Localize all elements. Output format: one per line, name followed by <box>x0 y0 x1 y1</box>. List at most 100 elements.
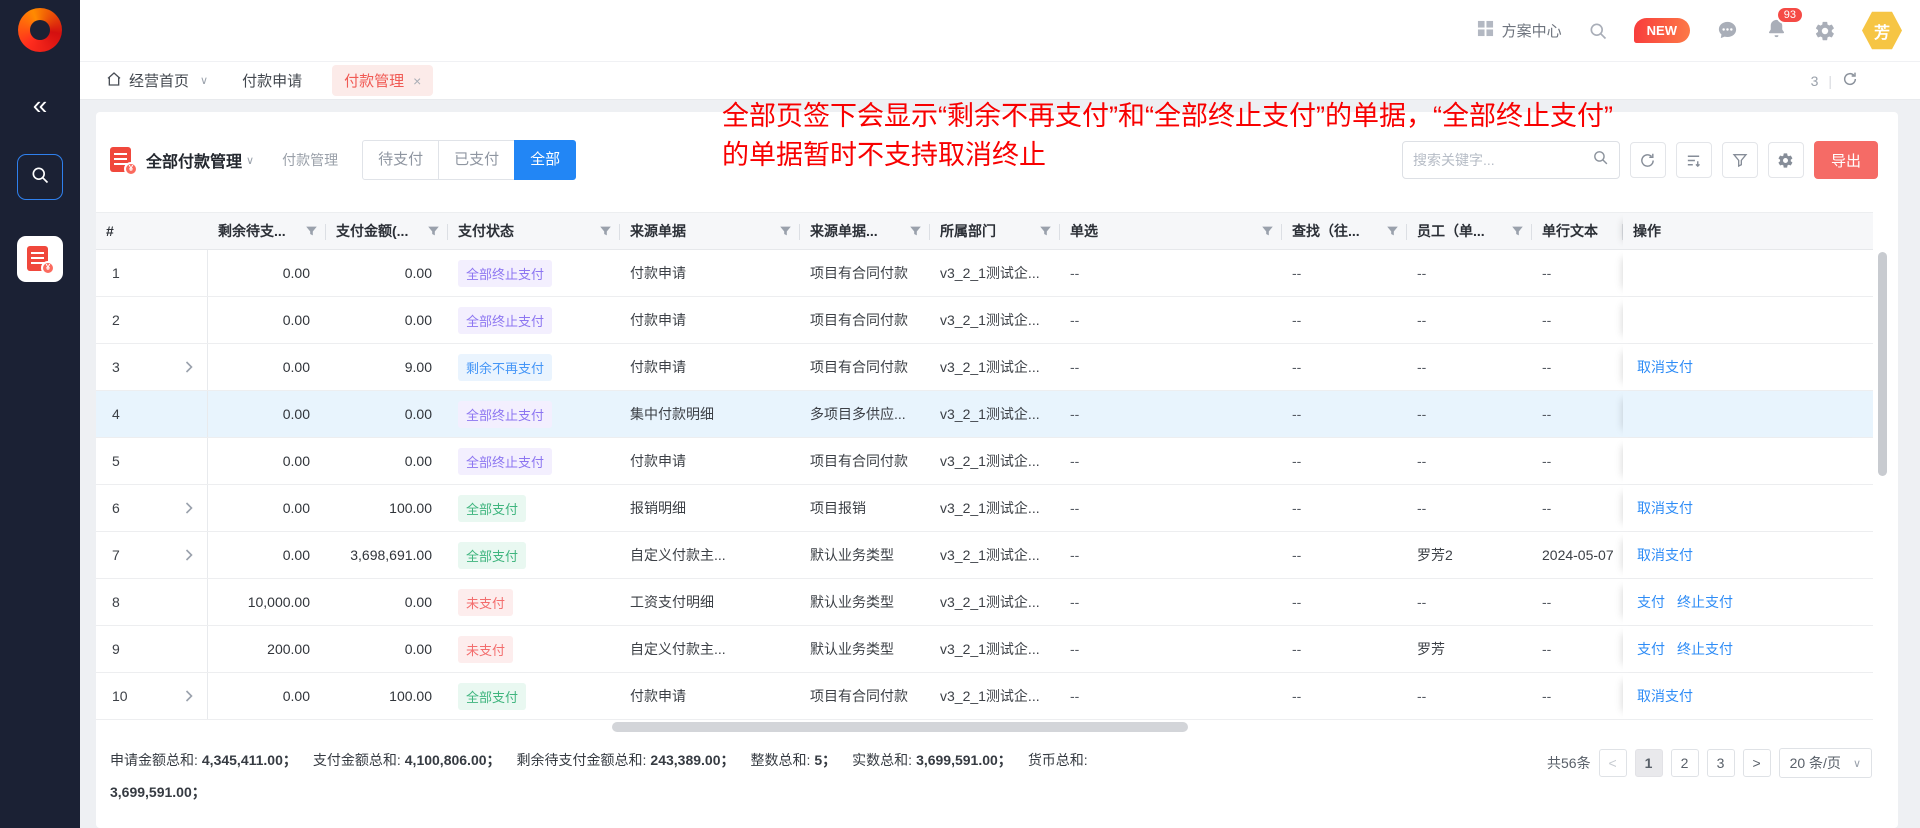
cell-employee: 罗芳2 <box>1407 532 1532 578</box>
row-number: 9 <box>112 641 120 657</box>
cell-actions: 支付终止支付 <box>1623 579 1873 625</box>
summary-totals: 申请金额总和:4,345,411.00；支付金额总和:4,100,806.00；… <box>110 744 1490 808</box>
view-title-dropdown[interactable]: 全部付款管理 <box>146 148 242 172</box>
sidebar-app-payment-icon[interactable]: ¥ <box>17 236 63 282</box>
filter-funnel-button[interactable] <box>1722 142 1758 178</box>
column-settings-gear-button[interactable] <box>1768 142 1804 178</box>
notification-count-badge: 93 <box>1776 6 1804 24</box>
action-link[interactable]: 取消支付 <box>1637 686 1693 706</box>
action-link[interactable]: 取消支付 <box>1637 498 1693 518</box>
table-row[interactable]: 50.000.00全部终止支付付款申请项目有合同付款v3_2_1测试企...--… <box>96 438 1873 485</box>
table-row[interactable]: 60.00100.00全部支付报销明细项目报销v3_2_1测试企...-----… <box>96 485 1873 532</box>
new-badge[interactable]: NEW <box>1634 18 1690 43</box>
cell-status: 全部支付 <box>448 532 620 578</box>
cell-remaining: 10,000.00 <box>208 579 326 625</box>
filter-tab[interactable]: 待支付 <box>362 140 439 180</box>
page-size-select[interactable]: 20 条/页 ∨ <box>1779 748 1872 778</box>
cell-employee: -- <box>1407 391 1532 437</box>
tab-payment-management-active[interactable]: 付款管理 × <box>332 65 433 96</box>
page-number-button[interactable]: 1 <box>1635 749 1663 777</box>
action-link[interactable]: 支付 <box>1637 592 1665 612</box>
user-avatar[interactable]: 芳 <box>1862 11 1902 51</box>
filter-icon[interactable] <box>1386 225 1399 238</box>
action-link[interactable]: 取消支付 <box>1637 357 1693 377</box>
close-icon[interactable]: × <box>413 73 421 89</box>
table-row[interactable]: 9200.000.00未支付自定义付款主...默认业务类型v3_2_1测试企..… <box>96 626 1873 673</box>
search-input[interactable] <box>1413 152 1592 168</box>
sidebar: « ¥ <box>0 0 80 828</box>
sidebar-collapse-icon[interactable]: « <box>33 92 47 118</box>
table-row[interactable]: 30.009.00剩余不再支付付款申请项目有合同付款v3_2_1测试企...--… <box>96 344 1873 391</box>
table-row[interactable]: 100.00100.00全部支付付款申请项目有合同付款v3_2_1测试企...-… <box>96 673 1873 720</box>
breadcrumb-home[interactable]: 经营首页 ∨ <box>106 70 208 91</box>
cell-single_select: -- <box>1060 532 1282 578</box>
payments-table: #剩余待支...支付金额(...支付状态来源单据来源单据...所属部门单选查找（… <box>96 212 1873 720</box>
expand-chevron-icon[interactable] <box>185 690 193 702</box>
vertical-scrollbar[interactable] <box>1878 252 1887 476</box>
column-label: 查找（往... <box>1292 221 1360 241</box>
cell-text: -- <box>1532 344 1623 390</box>
cell-remaining: 0.00 <box>208 250 326 296</box>
page-number-list: 123 <box>1635 749 1735 777</box>
tabs-refresh-icon[interactable] <box>1842 71 1858 90</box>
cell-amount: 0.00 <box>326 579 448 625</box>
cell-status: 全部终止支付 <box>448 297 620 343</box>
table-row[interactable]: 70.003,698,691.00全部支付自定义付款主...默认业务类型v3_2… <box>96 532 1873 579</box>
summary-value: 5； <box>814 752 836 768</box>
scheme-center-button[interactable]: 方案中心 <box>1477 20 1562 41</box>
expand-chevron-icon[interactable] <box>185 549 193 561</box>
message-icon[interactable] <box>1716 19 1739 42</box>
filter-tab[interactable]: 全部 <box>514 140 576 180</box>
table-row[interactable]: 40.000.00全部终止支付集中付款明细多项目多供应...v3_2_1测试企.… <box>96 391 1873 438</box>
settings-gear-icon[interactable] <box>1814 20 1836 42</box>
export-button[interactable]: 导出 <box>1814 141 1878 179</box>
filter-icon[interactable] <box>909 225 922 238</box>
cell-amount: 0.00 <box>326 250 448 296</box>
cell-single_select: -- <box>1060 485 1282 531</box>
prev-page-button[interactable]: < <box>1599 749 1627 777</box>
column-label: 员工（单... <box>1417 221 1485 241</box>
topbar-search-icon[interactable] <box>1588 21 1608 41</box>
search-icon[interactable] <box>1592 149 1609 171</box>
total-count-label: 共56条 <box>1547 753 1591 773</box>
payment-doc-icon: ¥ <box>27 245 53 273</box>
filter-icon[interactable] <box>1511 225 1524 238</box>
action-link[interactable]: 取消支付 <box>1637 545 1693 565</box>
brand-logo <box>18 8 62 52</box>
horizontal-scrollbar[interactable] <box>612 722 1188 732</box>
cell-department: v3_2_1测试企... <box>930 626 1060 672</box>
filter-icon[interactable] <box>779 225 792 238</box>
cell-source_type: 项目有合同付款 <box>800 344 930 390</box>
next-page-button[interactable]: > <box>1743 749 1771 777</box>
action-link[interactable]: 终止支付 <box>1677 639 1733 659</box>
expand-chevron-icon[interactable] <box>185 361 193 373</box>
cell-remaining: 0.00 <box>208 344 326 390</box>
page-number-button[interactable]: 3 <box>1707 749 1735 777</box>
page-number-button[interactable]: 2 <box>1671 749 1699 777</box>
refresh-button[interactable] <box>1630 142 1666 178</box>
cell-text: -- <box>1532 485 1623 531</box>
action-link[interactable]: 终止支付 <box>1677 592 1733 612</box>
expand-chevron-icon[interactable] <box>185 502 193 514</box>
cell-amount: 0.00 <box>326 438 448 484</box>
filter-icon[interactable] <box>599 225 612 238</box>
cell-source_doc: 工资支付明细 <box>620 579 800 625</box>
filter-icon[interactable] <box>1261 225 1274 238</box>
filter-tab[interactable]: 已支付 <box>438 140 515 180</box>
tab-payment-request[interactable]: 付款申请 <box>242 70 302 91</box>
cell-source_type: 项目有合同付款 <box>800 673 930 719</box>
cell-employee: -- <box>1407 485 1532 531</box>
table-row[interactable]: 20.000.00全部终止支付付款申请项目有合同付款v3_2_1测试企...--… <box>96 297 1873 344</box>
filter-icon[interactable] <box>1039 225 1052 238</box>
column-label: 操作 <box>1633 221 1661 241</box>
action-link[interactable]: 支付 <box>1637 639 1665 659</box>
table-row[interactable]: 10.000.00全部终止支付付款申请项目有合同付款v3_2_1测试企...--… <box>96 250 1873 297</box>
filter-icon[interactable] <box>305 225 318 238</box>
row-density-button[interactable] <box>1676 142 1712 178</box>
table-row[interactable]: 810,000.000.00未支付工资支付明细默认业务类型v3_2_1测试企..… <box>96 579 1873 626</box>
cell-employee: -- <box>1407 673 1532 719</box>
filter-icon[interactable] <box>427 225 440 238</box>
row-index-cell: 8 <box>96 579 208 625</box>
sidebar-search-button[interactable] <box>17 154 63 200</box>
notifications-button[interactable]: 93 <box>1765 17 1788 45</box>
